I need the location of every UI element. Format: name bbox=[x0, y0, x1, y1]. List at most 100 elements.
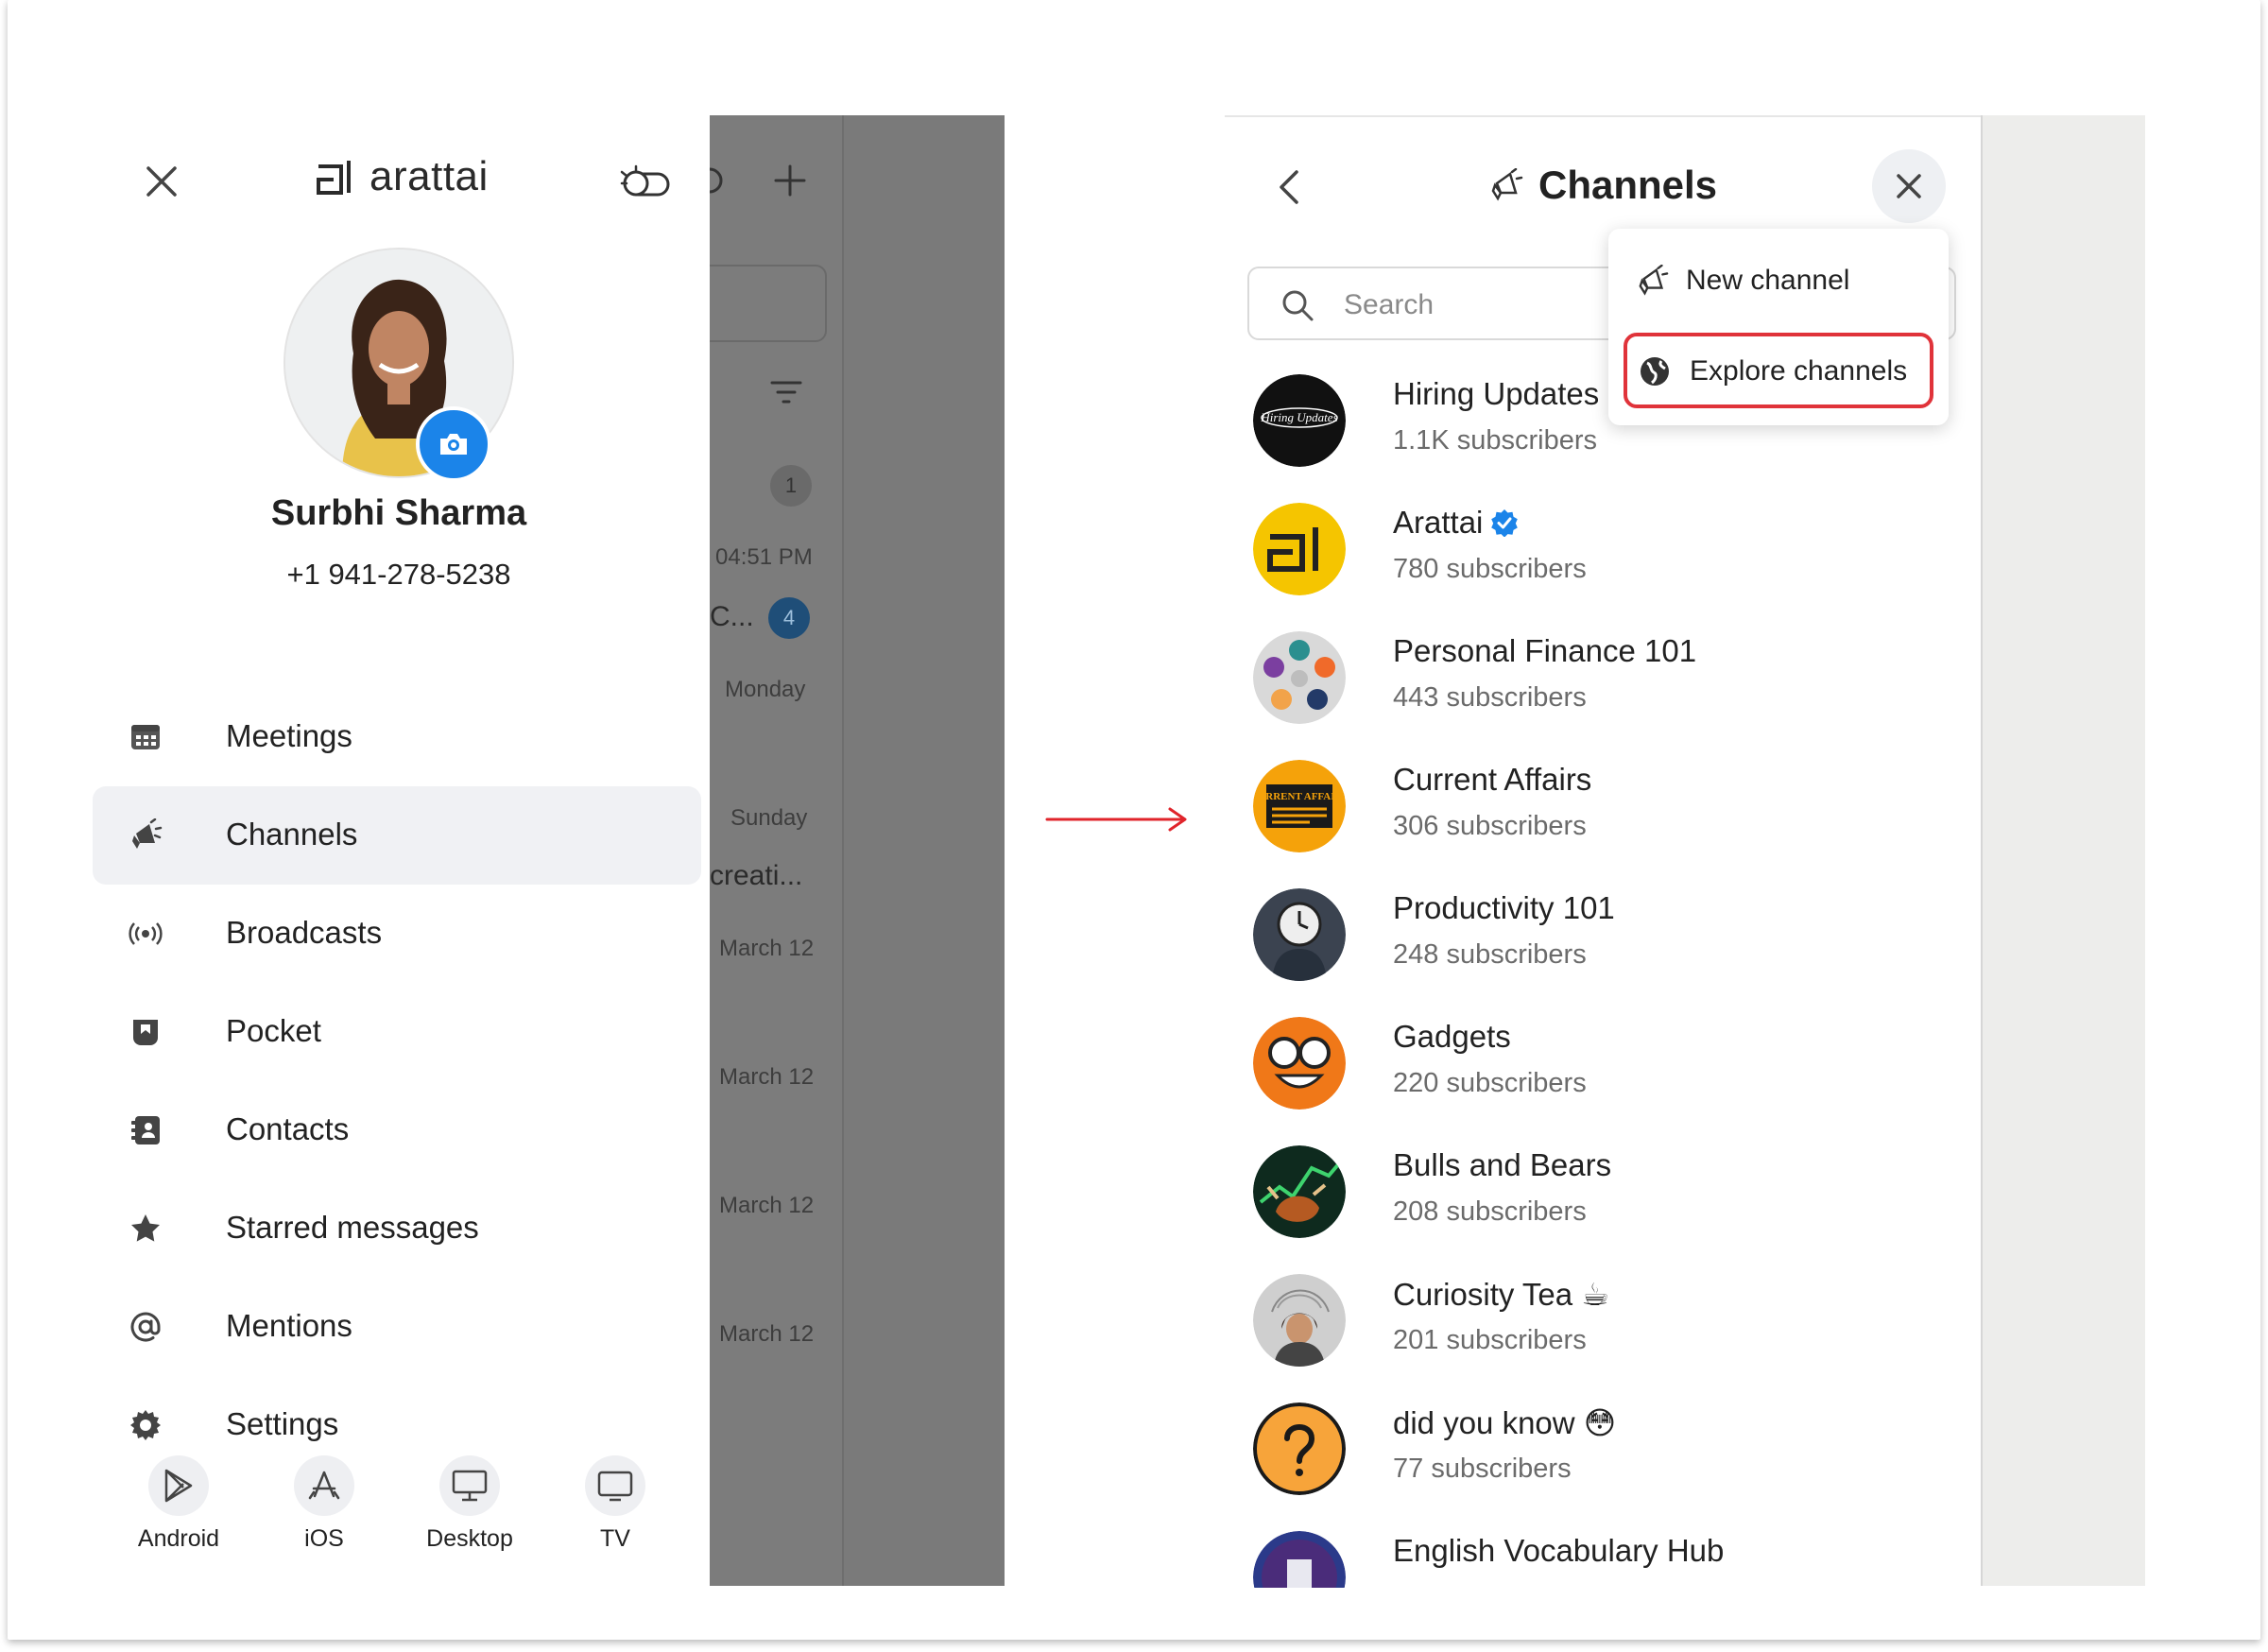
chat-date: March 12 bbox=[719, 1321, 815, 1347]
channel-row-english-vocabulary[interactable]: English Vocabulary Hub bbox=[1253, 1522, 1971, 1588]
channel-subscribers: 443 subscribers bbox=[1393, 682, 1587, 713]
app-brand: arattai bbox=[313, 153, 489, 200]
panel-title: Channels bbox=[1489, 163, 1717, 208]
channel-row-productivity[interactable]: Productivity 101 248 subscribers bbox=[1253, 879, 1971, 1007]
explore-channels-label: Explore channels bbox=[1690, 355, 1908, 387]
platform-label: iOS bbox=[304, 1525, 344, 1552]
close-drawer-button[interactable] bbox=[143, 163, 180, 200]
channel-avatar bbox=[1253, 1402, 1346, 1495]
platform-desktop[interactable]: Desktop bbox=[413, 1455, 526, 1553]
unread-badge: 1 bbox=[770, 465, 812, 507]
menu-item-mentions[interactable]: Mentions bbox=[93, 1278, 701, 1376]
chat-time: 04:51 PM bbox=[715, 544, 813, 570]
arattai-logo-icon bbox=[317, 161, 351, 195]
close-icon bbox=[146, 166, 177, 197]
channel-name: Bulls and Bears bbox=[1393, 1147, 1611, 1183]
transition-arrow-icon bbox=[1045, 807, 1187, 832]
channel-subscribers: 77 subscribers bbox=[1393, 1454, 1572, 1484]
new-channel-option[interactable]: New channel bbox=[1624, 244, 1933, 319]
channel-name: Personal Finance 101 bbox=[1393, 633, 1696, 669]
platform-android[interactable]: Android bbox=[122, 1455, 235, 1553]
at-icon bbox=[130, 1312, 161, 1342]
menu-item-pocket[interactable]: Pocket bbox=[93, 983, 701, 1081]
menu-item-starred[interactable]: Starred messages bbox=[93, 1179, 701, 1278]
channel-avatar bbox=[1253, 1274, 1346, 1367]
channel-avatar bbox=[1253, 1145, 1346, 1238]
channel-name-text: Hiring Updates bbox=[1393, 376, 1600, 411]
right-background-area bbox=[1981, 115, 2145, 1586]
channel-name: Productivity 101 bbox=[1393, 890, 1615, 926]
cloud-toggle-icon bbox=[620, 164, 670, 197]
filter-icon[interactable] bbox=[770, 380, 802, 404]
new-channel-label: New channel bbox=[1686, 265, 1850, 296]
channel-avatar bbox=[1253, 503, 1346, 595]
side-drawer: arattai Surbhi Sharma +1 941-278-5238 Me… bbox=[88, 115, 710, 1586]
channel-row-curiosity-tea[interactable]: Curiosity Tea ☕ 201 subscribers bbox=[1253, 1265, 1971, 1393]
channel-options-menu: New channel Explore channels bbox=[1608, 229, 1949, 425]
channel-row-personal-finance[interactable]: Personal Finance 101 443 subscribers bbox=[1253, 622, 1971, 750]
dimmed-chat-list: 1 04:51 PM C... 4 Monday Sunday creati..… bbox=[710, 115, 1005, 1586]
megaphone-icon bbox=[132, 818, 163, 849]
current-affairs-avatar-text: CURRENT AFFAIRS bbox=[1253, 791, 1346, 802]
channel-name-text: Personal Finance 101 bbox=[1393, 633, 1697, 668]
broadcast-icon bbox=[129, 922, 163, 945]
megaphone-icon bbox=[1639, 265, 1669, 296]
channel-name-text: Productivity 101 bbox=[1393, 890, 1615, 925]
menu-item-contacts[interactable]: Contacts bbox=[93, 1081, 701, 1179]
chat-date: March 12 bbox=[719, 1193, 815, 1218]
contacts-icon bbox=[131, 1116, 160, 1144]
channel-subscribers: 780 subscribers bbox=[1393, 554, 1587, 584]
channel-row-current-affairs[interactable]: CURRENT AFFAIRS Current Affairs 306 subs… bbox=[1253, 750, 1971, 879]
platform-tv[interactable]: TV bbox=[558, 1455, 672, 1553]
channel-row-bulls-and-bears[interactable]: Bulls and Bears 208 subscribers bbox=[1253, 1136, 1971, 1265]
menu-label: Broadcasts bbox=[226, 915, 383, 950]
hiring-avatar-text: Hiring Updates bbox=[1260, 410, 1337, 424]
pocket-icon bbox=[133, 1020, 158, 1045]
close-icon bbox=[1897, 174, 1921, 198]
channel-name-text: Arattai bbox=[1393, 505, 1484, 540]
channel-name-text: did you know 😳 bbox=[1393, 1405, 1617, 1440]
desktop-icon bbox=[439, 1455, 500, 1516]
channel-avatar: CURRENT AFFAIRS bbox=[1253, 760, 1346, 852]
status-toggle-button[interactable] bbox=[619, 164, 672, 202]
channel-subscribers: 248 subscribers bbox=[1393, 939, 1587, 970]
user-name: Surbhi Sharma bbox=[270, 493, 527, 533]
chat-date: Monday bbox=[725, 677, 806, 702]
chat-date: Sunday bbox=[730, 805, 808, 831]
app-store-icon bbox=[294, 1455, 354, 1516]
screenshot-frame: arattai Surbhi Sharma +1 941-278-5238 Me… bbox=[8, 0, 2260, 1640]
dimmed-column bbox=[842, 115, 1005, 1586]
panel-title-text: Channels bbox=[1538, 163, 1718, 207]
menu-label: Channels bbox=[226, 817, 358, 852]
channel-row-gadgets[interactable]: Gadgets 220 subscribers bbox=[1253, 1007, 1971, 1136]
chat-date: March 12 bbox=[719, 1064, 815, 1090]
channel-name: Curiosity Tea ☕ bbox=[1393, 1276, 1609, 1313]
channel-avatar bbox=[1253, 1017, 1346, 1110]
channel-row-did-you-know[interactable]: did you know 😳 77 subscribers bbox=[1253, 1393, 1971, 1522]
search-placeholder: Search bbox=[1344, 289, 1435, 320]
chat-preview: C... bbox=[710, 601, 754, 632]
menu-item-broadcasts[interactable]: Broadcasts bbox=[93, 885, 701, 983]
channel-name: Gadgets bbox=[1393, 1019, 1511, 1055]
channel-avatar bbox=[1253, 631, 1346, 724]
channel-subscribers: 306 subscribers bbox=[1393, 811, 1587, 841]
channel-row-arattai[interactable]: Arattai 780 subscribers bbox=[1253, 493, 1971, 622]
change-photo-button[interactable] bbox=[416, 406, 491, 482]
menu-label: Pocket bbox=[226, 1013, 321, 1048]
explore-channels-option[interactable]: Explore channels bbox=[1624, 333, 1933, 408]
platform-label: TV bbox=[600, 1525, 630, 1552]
channel-subscribers: 220 subscribers bbox=[1393, 1068, 1587, 1098]
channel-name-text: Curiosity Tea ☕ bbox=[1393, 1277, 1609, 1312]
add-icon[interactable] bbox=[772, 163, 808, 198]
back-icon[interactable] bbox=[1276, 168, 1304, 206]
menu-item-meetings[interactable]: Meetings bbox=[93, 688, 701, 786]
channel-name-text: Current Affairs bbox=[1393, 762, 1592, 797]
close-panel-button[interactable] bbox=[1872, 149, 1946, 223]
menu-label: Meetings bbox=[226, 718, 352, 753]
channel-avatar: Hiring Updates bbox=[1253, 374, 1346, 467]
channel-subscribers: 201 subscribers bbox=[1393, 1325, 1587, 1355]
channel-name-text: English Vocabulary Hub bbox=[1393, 1533, 1725, 1568]
platform-ios[interactable]: iOS bbox=[267, 1455, 381, 1553]
menu-item-channels[interactable]: Channels bbox=[93, 786, 701, 885]
chat-date: March 12 bbox=[719, 936, 815, 961]
